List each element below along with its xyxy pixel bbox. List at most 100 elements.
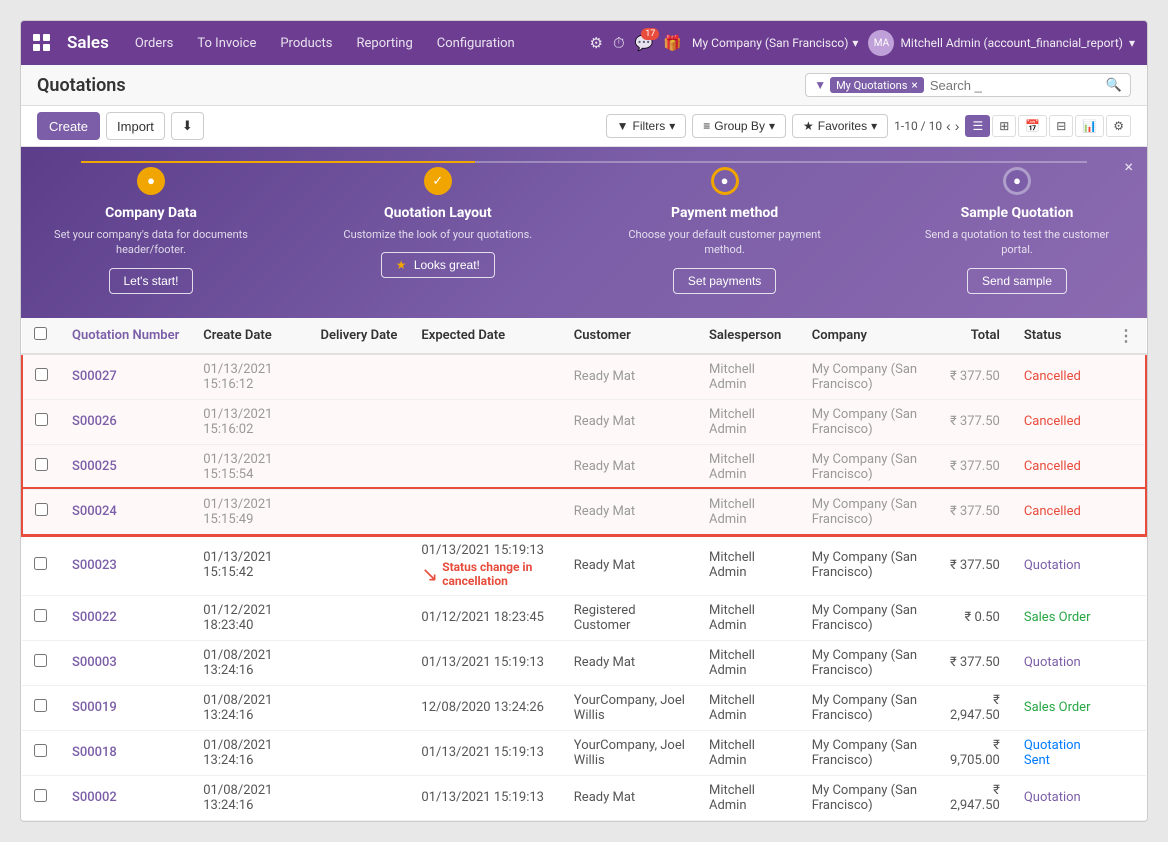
search-magnifier-icon[interactable]: 🔍 xyxy=(1106,78,1122,93)
row-checkbox[interactable] xyxy=(34,557,47,570)
row-customer: Ready Mat xyxy=(562,535,697,596)
select-all-header[interactable] xyxy=(22,318,60,354)
step-layout-action[interactable]: ★★ Looks great! Looks great! xyxy=(381,252,495,278)
next-page-button[interactable]: › xyxy=(955,118,960,134)
table-row: S00027 01/13/2021 15:16:12 Ready Mat Mit… xyxy=(22,354,1146,400)
settings-view-button[interactable]: ⚙ xyxy=(1106,115,1131,137)
prev-page-button[interactable]: ‹ xyxy=(946,118,951,134)
download-button[interactable]: ⬇ xyxy=(171,112,204,140)
step-payment-method: ● Payment method Choose your default cus… xyxy=(625,167,825,294)
chat-icon[interactable]: 💬 17 xyxy=(635,34,654,52)
create-button[interactable]: Create xyxy=(37,112,100,140)
row-quotation-number[interactable]: S00024 xyxy=(60,489,191,535)
row-quotation-number[interactable]: S00002 xyxy=(60,775,191,820)
chart-view-button[interactable]: 📊 xyxy=(1075,115,1104,137)
col-header-quotation-number[interactable]: Quotation Number xyxy=(60,318,191,354)
column-options-icon[interactable]: ⋮ xyxy=(1118,326,1134,345)
row-customer: YourCompany, Joel Willis xyxy=(562,685,697,730)
step-sample-title: Sample Quotation xyxy=(961,205,1074,221)
search-filter-tag[interactable]: My Quotations × xyxy=(830,77,924,93)
import-button[interactable]: Import xyxy=(106,112,165,140)
select-all-checkbox[interactable] xyxy=(34,327,47,340)
row-quotation-number[interactable]: S00022 xyxy=(60,595,191,640)
col-header-status[interactable]: Status xyxy=(1012,318,1106,354)
settings-icon[interactable]: ⚙ xyxy=(590,34,603,52)
row-checkbox[interactable] xyxy=(34,654,47,667)
row-total: ₹ 377.50 xyxy=(934,354,1012,400)
nav-reporting[interactable]: Reporting xyxy=(347,30,423,57)
step-payment-desc: Choose your default customer payment met… xyxy=(625,227,825,258)
row-quotation-number[interactable]: S00026 xyxy=(60,399,191,444)
row-checkbox[interactable] xyxy=(34,789,47,802)
row-checkbox-cell[interactable] xyxy=(22,640,60,685)
row-total: ₹ 9,705.00 xyxy=(934,730,1012,775)
row-checkbox-cell[interactable] xyxy=(22,535,60,596)
user-menu[interactable]: MA Mitchell Admin (account_financial_rep… xyxy=(868,30,1135,56)
apps-grid-icon[interactable] xyxy=(33,34,51,52)
step-company-action[interactable]: Let's start! xyxy=(109,268,194,294)
calendar-view-button[interactable]: 📅 xyxy=(1018,115,1047,137)
action-bar-left: Create Import ⬇ xyxy=(37,112,204,140)
row-actions-cell xyxy=(1106,489,1146,535)
nav-orders[interactable]: Orders xyxy=(125,30,184,57)
col-header-customer[interactable]: Customer xyxy=(562,318,697,354)
row-total: ₹ 0.50 xyxy=(934,595,1012,640)
col-header-expected-date[interactable]: Expected Date xyxy=(409,318,561,354)
row-checkbox[interactable] xyxy=(35,458,48,471)
filters-button[interactable]: ▼ Filters ▾ xyxy=(606,114,687,138)
row-checkbox[interactable] xyxy=(34,609,47,622)
col-header-salesperson[interactable]: Salesperson xyxy=(697,318,800,354)
group-by-button[interactable]: ≡ Group By ▾ xyxy=(692,114,786,138)
nav-products[interactable]: Products xyxy=(270,30,342,57)
list-view-button[interactable]: ☰ xyxy=(965,115,990,137)
kanban-view-button[interactable]: ⊞ xyxy=(992,115,1016,137)
col-header-total[interactable]: Total xyxy=(934,318,1012,354)
favorites-button[interactable]: ★ Favorites ▾ xyxy=(792,114,888,138)
row-customer: Ready Mat xyxy=(562,489,697,535)
row-quotation-number[interactable]: S00018 xyxy=(60,730,191,775)
row-checkbox-cell[interactable] xyxy=(22,444,60,489)
group-by-label: Group By xyxy=(714,119,765,133)
step-payment-action[interactable]: Set payments xyxy=(673,268,776,294)
filter-tag-close-icon[interactable]: × xyxy=(911,78,917,92)
nav-configuration[interactable]: Configuration xyxy=(427,30,525,57)
row-status: Sales Order xyxy=(1012,685,1106,730)
step-sample-action[interactable]: Send sample xyxy=(967,268,1067,294)
banner-close-button[interactable]: × xyxy=(1124,157,1133,176)
row-quotation-number[interactable]: S00023 xyxy=(60,535,191,596)
col-header-create-date[interactable]: Create Date xyxy=(191,318,308,354)
company-name: My Company (San Francisco) xyxy=(692,36,848,50)
row-delivery-date xyxy=(308,775,409,820)
row-status: Quotation xyxy=(1012,535,1106,596)
gift-icon[interactable]: 🎁 xyxy=(663,34,682,52)
row-checkbox-cell[interactable] xyxy=(22,775,60,820)
row-checkbox[interactable] xyxy=(34,744,47,757)
row-checkbox-cell[interactable] xyxy=(22,685,60,730)
row-status: Cancelled xyxy=(1012,444,1106,489)
search-input[interactable] xyxy=(930,78,1106,93)
row-expected-date xyxy=(409,489,561,535)
row-checkbox[interactable] xyxy=(35,368,48,381)
row-checkbox[interactable] xyxy=(34,699,47,712)
clock-icon[interactable]: ⏱ xyxy=(613,34,625,52)
import-label: Import xyxy=(117,119,154,134)
row-quotation-number[interactable]: S00003 xyxy=(60,640,191,685)
col-header-company[interactable]: Company xyxy=(800,318,934,354)
row-checkbox-cell[interactable] xyxy=(22,354,60,400)
row-checkbox-cell[interactable] xyxy=(22,489,60,535)
row-quotation-number[interactable]: S00025 xyxy=(60,444,191,489)
row-total: ₹ 2,947.50 xyxy=(934,775,1012,820)
grid-view-button[interactable]: ⊟ xyxy=(1049,115,1073,137)
row-quotation-number[interactable]: S00019 xyxy=(60,685,191,730)
nav-to-invoice[interactable]: To Invoice xyxy=(187,30,266,57)
row-checkbox[interactable] xyxy=(35,503,48,516)
row-company: My Company (San Francisco) xyxy=(800,730,934,775)
company-selector[interactable]: My Company (San Francisco) ▾ xyxy=(692,36,858,50)
row-checkbox[interactable] xyxy=(35,413,48,426)
col-header-delivery-date[interactable]: Delivery Date xyxy=(308,318,409,354)
row-checkbox-cell[interactable] xyxy=(22,730,60,775)
row-checkbox-cell[interactable] xyxy=(22,595,60,640)
row-quotation-number[interactable]: S00027 xyxy=(60,354,191,400)
row-total: ₹ 377.50 xyxy=(934,489,1012,535)
row-checkbox-cell[interactable] xyxy=(22,399,60,444)
